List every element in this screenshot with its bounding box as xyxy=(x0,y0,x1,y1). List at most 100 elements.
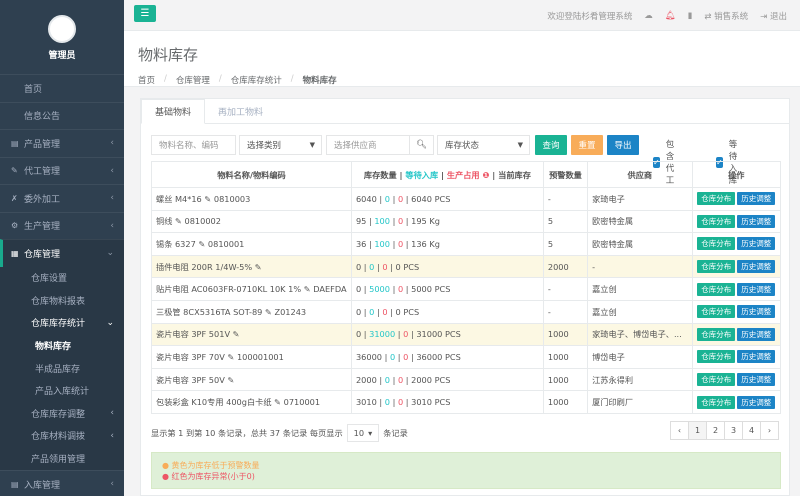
page-button[interactable]: 3 xyxy=(724,421,743,440)
pagination-text: 显示第 1 到第 10 条记录，总共 37 条记录 每页显示 xyxy=(151,428,343,438)
topbar: ☰ 欢迎登陆杉肴管理系统 ☁ 🔔︎ ▮ ⇄ 销售系统 ⇥ 退出 xyxy=(124,0,800,31)
tab-reprocessed-material[interactable]: 再加工物料 xyxy=(205,99,276,123)
material-name: 包装彩盒 K10专用 400g白卡纸 xyxy=(156,397,272,408)
history-adjust-button[interactable]: 历史调整 xyxy=(737,214,776,228)
sidebar-subitem[interactable]: 产品领用管理 xyxy=(0,447,124,470)
sidebar-item-warehouse[interactable]: ▦ 仓库管理 ⌄ xyxy=(0,239,124,267)
tab-basic-material[interactable]: 基础物料 xyxy=(141,99,206,124)
sidebar-subitem[interactable]: 仓库库存调整 ‹ xyxy=(0,402,124,425)
legend-red-text: 红色为库存异常(小于0) xyxy=(171,472,255,481)
history-adjust-button[interactable]: 历史调整 xyxy=(737,260,776,274)
history-adjust-button[interactable]: 历史调整 xyxy=(737,327,776,341)
sidebar-item[interactable]: 信息公告 xyxy=(0,101,124,130)
sidebar-profile: 管理员 xyxy=(0,0,124,74)
warehouse-dist-button[interactable]: 仓库分布 xyxy=(697,305,736,319)
col-header-name[interactable]: 物料名称/物料编码 xyxy=(151,161,352,188)
cell-warn: 1000 xyxy=(542,390,589,414)
prev-page-button[interactable]: ‹ xyxy=(670,421,689,440)
bell-icon[interactable]: 🔔︎ xyxy=(665,11,676,21)
stock-status-value: 库存状态 xyxy=(445,141,480,151)
page-button[interactable]: 4 xyxy=(742,421,761,440)
sidebar-subsubitem[interactable]: 产品入库统计 xyxy=(0,379,124,402)
history-adjust-button[interactable]: 历史调整 xyxy=(737,192,776,206)
col-header-warn[interactable]: 预警数量 xyxy=(542,161,589,188)
sidebar-subitem[interactable]: 仓库物料报表 xyxy=(0,289,124,312)
category-select[interactable]: 选择类别 ▼ xyxy=(239,135,322,155)
warehouse-dist-button[interactable]: 仓库分布 xyxy=(697,237,736,251)
await-qty: 0 xyxy=(384,374,390,385)
query-button[interactable]: 查询 xyxy=(535,135,567,155)
avatar[interactable] xyxy=(48,15,76,43)
sidebar-subsubitem[interactable]: 物料库存 xyxy=(0,334,124,357)
breadcrumb-item[interactable]: 首页 xyxy=(138,74,155,86)
sidebar-subitem[interactable]: 仓库材料调拨 ‹ xyxy=(0,425,124,448)
await-qty: 0 xyxy=(369,261,375,272)
warehouse-dist-button[interactable]: 仓库分布 xyxy=(697,260,736,274)
current-qty: 36000 PCS xyxy=(416,351,461,362)
stock-qty: 0 xyxy=(355,261,362,272)
book-icon[interactable]: ▮ xyxy=(688,11,693,21)
caret-down-icon: ▼ xyxy=(309,141,315,149)
supplier-search-button[interactable]: 🔍︎ xyxy=(409,135,434,155)
cell-name: 瓷片电容 3PF 501V ✎ xyxy=(151,322,352,347)
stock-status-select[interactable]: 库存状态 ▼ xyxy=(437,135,530,155)
await-qty: 100 xyxy=(374,238,390,249)
breadcrumb-item[interactable]: 仓库管理 xyxy=(176,74,210,86)
warehouse-dist-button[interactable]: 仓库分布 xyxy=(697,192,736,206)
stock-qty: 2000 xyxy=(355,374,377,385)
cell-op: 仓库分布 历史调整 xyxy=(691,277,782,301)
chevron-down-icon: ⌄ xyxy=(106,248,114,259)
page-button[interactable]: 1 xyxy=(688,421,707,440)
col-header-supplier[interactable]: 供应商 xyxy=(587,161,693,188)
page-header: 物料库存 首页 / 仓库管理 / 仓库库存统计 / 物料库存 xyxy=(124,31,800,87)
cell-warn: 2000 xyxy=(542,254,589,279)
sidebar-item[interactable]: ⚙ 生产管理 ‹ xyxy=(0,211,124,240)
sales-system-link[interactable]: ⇄ 销售系统 xyxy=(704,10,748,22)
page-button[interactable]: 2 xyxy=(706,421,725,440)
reset-button[interactable]: 重置 xyxy=(571,135,603,155)
sidebar-item[interactable]: ✎ 代工管理 ‹ xyxy=(0,156,124,185)
col-header-stock[interactable]: 库存数量 | 等待入库 | 生产占用 ❶ | 当前库存 xyxy=(350,161,544,188)
cell-supplier: 欧密特金属 xyxy=(587,232,693,256)
page-title: 物料库存 xyxy=(138,46,199,64)
occupied-qty: 0 xyxy=(397,284,404,295)
sidebar-item-inbound[interactable]: ▤ 入库管理 ‹ xyxy=(0,469,124,496)
history-adjust-button[interactable]: 历史调整 xyxy=(737,373,776,387)
warehouse-dist-button[interactable]: 仓库分布 xyxy=(697,395,736,409)
sidebar-subitem-label: 仓库物料报表 xyxy=(31,296,86,307)
table-row: 三极管 8CX5316TA SOT-89 ✎ Z01243 0 | 0 | 0 |… xyxy=(151,299,782,324)
cell-supplier: 厦门印刷厂 xyxy=(587,390,693,414)
logout-link[interactable]: ⇥ 退出 xyxy=(760,10,787,22)
sidebar: 管理员 首页 信息公告 ▤ 产品管理 ‹ ✎ 代工管理 ‹ ✗ 委外加工 ‹ ⚙ 生产管理 ‹ ▦ 仓库管… xyxy=(0,0,124,496)
menu-toggle-button[interactable]: ☰ xyxy=(134,5,156,22)
sidebar-subitem-stock-stats[interactable]: 仓库库存统计 ⌄ xyxy=(0,312,124,335)
warehouse-dist-button[interactable]: 仓库分布 xyxy=(697,350,736,364)
page-size-select[interactable]: 10 ▾ xyxy=(346,424,380,442)
warehouse-dist-button[interactable]: 仓库分布 xyxy=(697,327,736,341)
history-adjust-button[interactable]: 历史调整 xyxy=(737,282,776,296)
sidebar-subsubitem[interactable]: 半成品库存 xyxy=(0,357,124,380)
warehouse-dist-button[interactable]: 仓库分布 xyxy=(697,373,736,387)
warehouse-dist-button[interactable]: 仓库分布 xyxy=(697,282,736,296)
tag-icon: ✎ xyxy=(274,397,281,408)
history-adjust-button[interactable]: 历史调整 xyxy=(737,305,776,319)
sidebar-item[interactable]: ▤ 产品管理 ‹ xyxy=(0,129,124,157)
history-adjust-button[interactable]: 历史调整 xyxy=(737,395,776,409)
sidebar-item[interactable]: 首页 xyxy=(0,74,124,102)
supplier-input[interactable]: 选择供应商 xyxy=(326,135,410,155)
user-name[interactable]: 管理员 xyxy=(48,48,75,61)
sidebar-item[interactable]: ✗ 委外加工 ‹ xyxy=(0,184,124,212)
warehouse-dist-button[interactable]: 仓库分布 xyxy=(697,214,736,228)
breadcrumb-item[interactable]: 仓库库存统计 xyxy=(231,74,282,86)
cloud-icon[interactable]: ☁ xyxy=(644,11,653,21)
welcome-text: 欢迎登陆杉肴管理系统 xyxy=(547,11,633,22)
export-button[interactable]: 导出 xyxy=(607,135,639,155)
material-search-input[interactable]: 物料名称、编码 xyxy=(151,135,236,155)
history-adjust-button[interactable]: 历史调整 xyxy=(737,350,776,364)
next-page-button[interactable]: › xyxy=(760,421,779,440)
sidebar-subitem[interactable]: 仓库设置 xyxy=(0,267,124,290)
pagination: ‹ 1 2 3 4 › xyxy=(670,421,779,440)
history-adjust-button[interactable]: 历史调整 xyxy=(737,237,776,251)
cell-supplier: 家琦电子 xyxy=(587,187,693,211)
sidebar-subitem-label: 仓库设置 xyxy=(31,274,68,285)
